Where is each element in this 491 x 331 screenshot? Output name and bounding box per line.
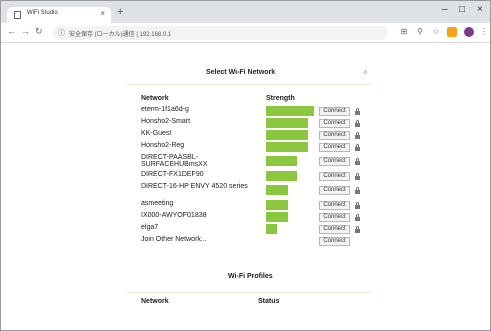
lock-icon: [355, 187, 360, 194]
signal-strength-bar: [266, 156, 297, 166]
connect-button[interactable]: Connect: [319, 107, 350, 116]
divider: [126, 292, 371, 293]
tab-wifi-studio[interactable]: WiFi Studio ×: [7, 7, 111, 23]
site-info-icon[interactable]: ⓘ: [58, 28, 65, 38]
bookmark-star-icon[interactable]: ☆: [431, 27, 441, 37]
divider: [126, 84, 371, 85]
connect-button[interactable]: Connect: [319, 237, 350, 246]
connect-button[interactable]: Connect: [319, 143, 350, 152]
network-name: elga7: [141, 224, 159, 231]
lock-icon: [355, 132, 360, 139]
menu-icon[interactable]: ⋮: [479, 27, 489, 37]
new-tab-button[interactable]: +: [117, 6, 123, 18]
minimize-button[interactable]: –: [442, 4, 448, 15]
network-name: asmeeting: [141, 200, 174, 207]
network-name: Honsho2-Smart: [141, 118, 191, 125]
connect-button[interactable]: Connect: [319, 225, 350, 234]
network-row: Honsho2-Reg Connect: [141, 141, 366, 152]
signal-strength-bar: [266, 185, 288, 195]
tab-close-icon[interactable]: ×: [100, 9, 105, 18]
connect-button[interactable]: Connect: [319, 119, 350, 128]
connect-button[interactable]: Connect: [319, 172, 350, 181]
connect-button[interactable]: Connect: [319, 213, 350, 222]
network-name: eterm-1f1a6d-g: [141, 106, 189, 113]
lock-icon: [355, 173, 360, 180]
lock-icon: [355, 214, 360, 221]
signal-strength-bar: [266, 118, 308, 128]
page-title: Select Wi-Fi Network: [206, 69, 276, 76]
network-row: DIRECT-PAASBL-SURFACEHUBmsXX Connect: [141, 153, 366, 169]
browser-window: WiFi Studio × + – □ × ← → ↻ ⓘ 安全保存 (ローカル…: [0, 0, 491, 331]
signal-strength-bar: [266, 212, 288, 222]
network-row: Join Other Network... Connect: [141, 235, 366, 246]
lock-icon: [355, 226, 360, 233]
profiles-title: Wi-Fi Profiles: [228, 273, 273, 280]
page-content: Select Wi-Fi Network ✧ Network Strength …: [1, 44, 490, 330]
network-row: eterm-1f1a6d-g Connect: [141, 105, 366, 116]
connect-button[interactable]: Connect: [319, 201, 350, 210]
signal-strength-bar: [266, 171, 297, 181]
settings-icon[interactable]: ✧: [362, 68, 369, 77]
translate-icon[interactable]: ⊞: [399, 27, 409, 37]
browser-toolbar: ← → ↻ ⓘ 安全保存 (ローカル)通信 | 192.168.0.1 ⊞ ⚲ …: [1, 23, 490, 43]
url-text: 安全保存 (ローカル)通信 | 192.168.0.1: [69, 32, 172, 38]
lock-icon: [355, 202, 360, 209]
tab-title: WiFi Studio: [27, 10, 58, 16]
network-row: asmeeting Connect: [141, 199, 366, 210]
network-row: elga7 Connect: [141, 223, 366, 234]
zoom-icon[interactable]: ⚲: [415, 27, 425, 37]
address-bar[interactable]: ⓘ 安全保存 (ローカル)通信 | 192.168.0.1: [53, 26, 388, 40]
connect-button[interactable]: Connect: [319, 186, 350, 195]
signal-strength-bar: [266, 224, 277, 234]
reload-icon[interactable]: ↻: [35, 26, 43, 37]
back-icon[interactable]: ←: [7, 26, 16, 36]
signal-strength-bar: [266, 130, 308, 140]
tab-bar: WiFi Studio × + – □ ×: [1, 1, 490, 23]
signal-strength-bar: [266, 200, 288, 210]
lock-icon: [355, 158, 360, 165]
signal-strength-bar: [266, 142, 308, 152]
column-header-network: Network: [141, 95, 169, 102]
network-name: DIRECT-FX1DEF90: [141, 171, 204, 178]
page-icon: [14, 11, 21, 19]
maximize-button[interactable]: □: [459, 4, 465, 15]
network-row: DIRECT-16-HP ENVY 4520 series Connect: [141, 182, 366, 198]
connect-button[interactable]: Connect: [319, 157, 350, 166]
network-name: IX000-AWYOF01838: [141, 212, 207, 219]
close-window-button[interactable]: ×: [477, 4, 483, 15]
network-row: IX000-AWYOF01838 Connect: [141, 211, 366, 222]
network-name: KK-Guest: [141, 130, 172, 137]
forward-icon[interactable]: →: [21, 26, 30, 36]
network-name: DIRECT-PAASBL-SURFACEHUBmsXX: [141, 154, 208, 168]
profile-avatar-icon[interactable]: [464, 27, 474, 37]
lock-icon: [355, 144, 360, 151]
network-row: KK-Guest Connect: [141, 129, 366, 140]
profiles-column-status: Status: [258, 298, 280, 305]
lock-icon: [355, 108, 360, 115]
profiles-column-network: Network: [141, 298, 169, 305]
lock-icon: [355, 120, 360, 127]
network-name: DIRECT-16-HP ENVY 4520 series: [141, 183, 248, 190]
network-name: Honsho2-Reg: [141, 142, 185, 149]
connect-button[interactable]: Connect: [319, 131, 350, 140]
extension-icon[interactable]: [447, 27, 457, 37]
column-header-strength: Strength: [266, 95, 295, 102]
network-row: Honsho2-Smart Connect: [141, 117, 366, 128]
network-row: DIRECT-FX1DEF90 Connect: [141, 170, 366, 181]
signal-strength-bar: [266, 106, 314, 116]
network-name: Join Other Network...: [141, 236, 207, 243]
